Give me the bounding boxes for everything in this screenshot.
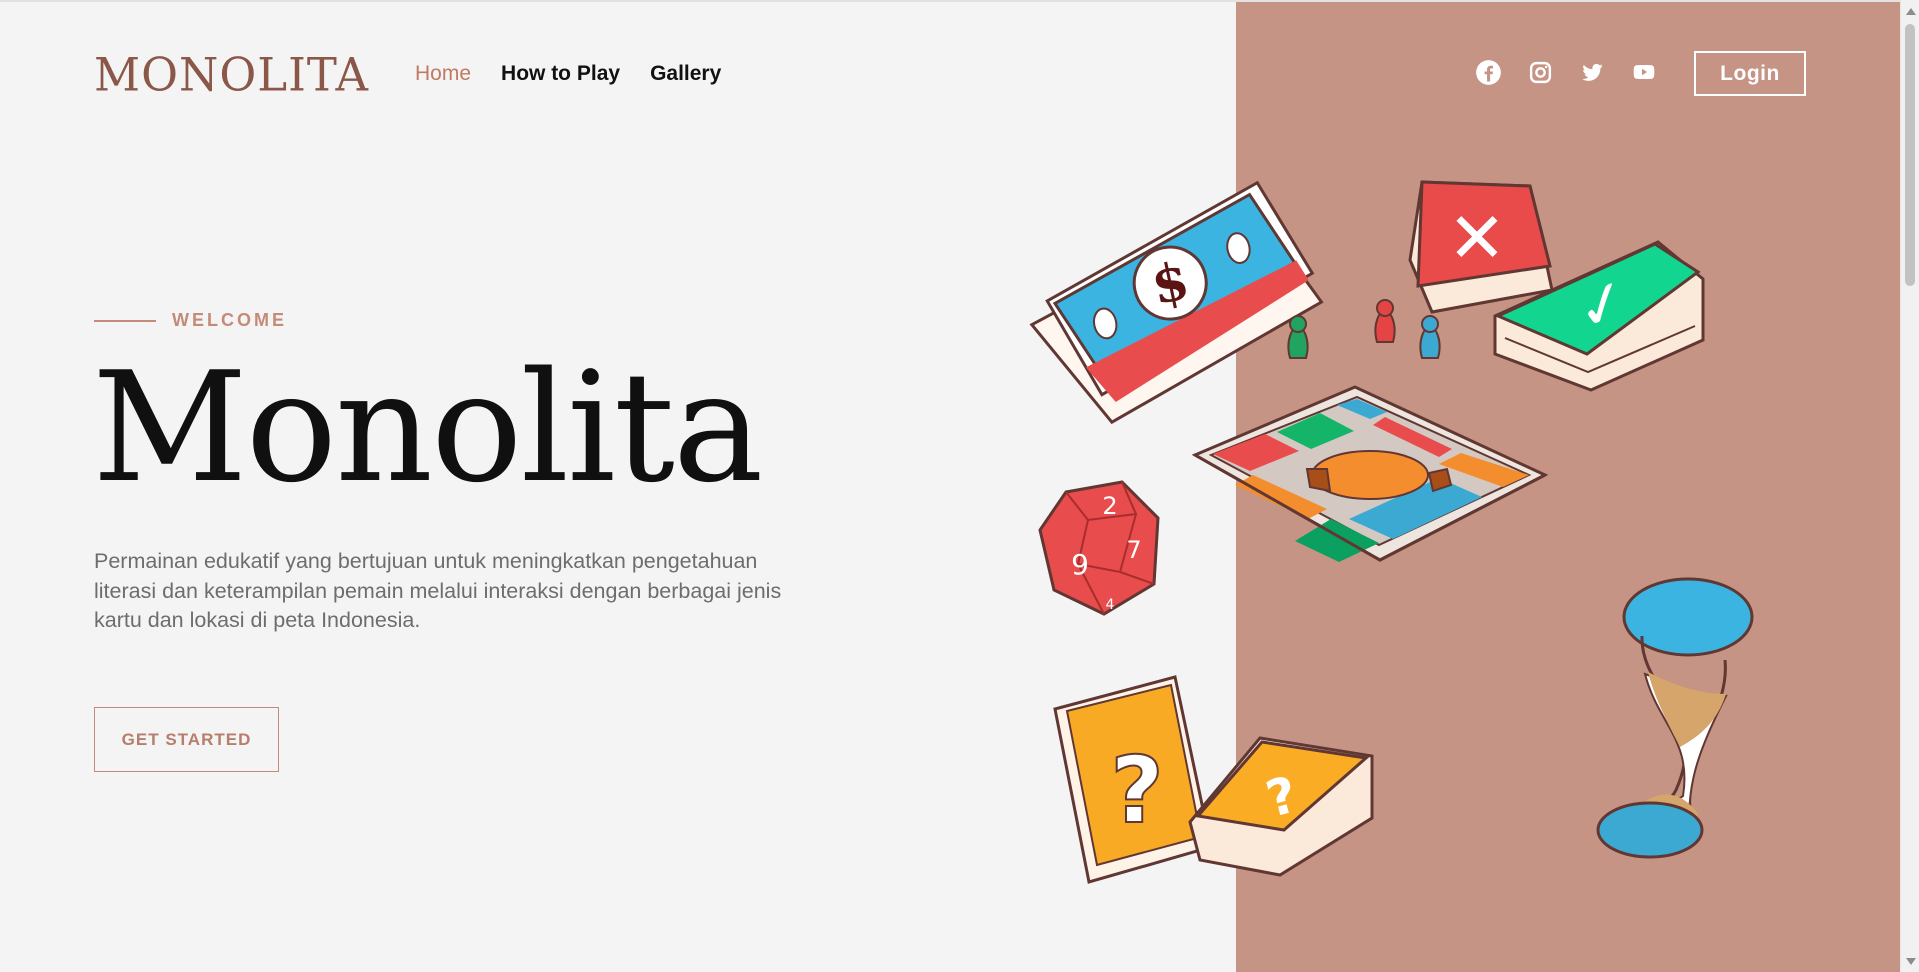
- hero-title: Monolita: [92, 339, 763, 516]
- die-number-nine: 9: [1071, 548, 1089, 581]
- cross-icon: ✕: [1448, 197, 1507, 279]
- hourglass-icon: [1596, 577, 1754, 859]
- get-started-button[interactable]: GET STARTED: [94, 707, 279, 772]
- monopoly-board-icon: [1191, 385, 1549, 562]
- scrollbar-thumb[interactable]: [1905, 24, 1915, 286]
- question-mark-icon: ?: [1110, 737, 1163, 844]
- instagram-icon[interactable]: [1526, 58, 1554, 86]
- welcome-eyebrow: WELCOME: [94, 310, 287, 331]
- nav-home-link[interactable]: Home: [415, 62, 471, 86]
- social-links: [1474, 58, 1658, 86]
- question-card-stack-icon: ?: [1188, 736, 1374, 877]
- nav-how-to-play-link[interactable]: How to Play: [501, 62, 620, 86]
- nav-gallery-link[interactable]: Gallery: [650, 62, 721, 86]
- cross-card-stack-icon: ✕: [1408, 180, 1554, 314]
- scroll-down-arrow-icon[interactable]: [1906, 958, 1916, 965]
- hero-description: Permainan edukatif yang bertujuan untuk …: [94, 549, 782, 633]
- board-game-illustration: $ ✕ ✓ 2 7 9 4 ? ?: [1029, 180, 1754, 884]
- welcome-label: WELCOME: [172, 310, 287, 330]
- twitter-icon[interactable]: [1578, 58, 1606, 86]
- eyebrow-divider: [94, 319, 156, 322]
- money-stack-icon: $: [1029, 180, 1324, 425]
- question-card-icon: ?: [1053, 675, 1213, 884]
- vertical-scrollbar[interactable]: [1900, 0, 1919, 972]
- facebook-icon[interactable]: [1474, 58, 1502, 86]
- die-number-two: 2: [1102, 492, 1117, 520]
- site-logo[interactable]: MONOLITA: [94, 47, 369, 101]
- page-viewport: MONOLITA Home How to Play Gallery Login …: [0, 0, 1900, 972]
- scroll-up-arrow-icon[interactable]: [1906, 8, 1916, 15]
- die-number-seven: 7: [1126, 536, 1141, 564]
- die-number-four: 4: [1106, 597, 1115, 613]
- login-button[interactable]: Login: [1694, 51, 1806, 96]
- youtube-icon[interactable]: [1630, 58, 1658, 86]
- main-navigation: Home How to Play Gallery: [415, 62, 721, 86]
- die-icon: 2 7 9 4: [1038, 480, 1160, 616]
